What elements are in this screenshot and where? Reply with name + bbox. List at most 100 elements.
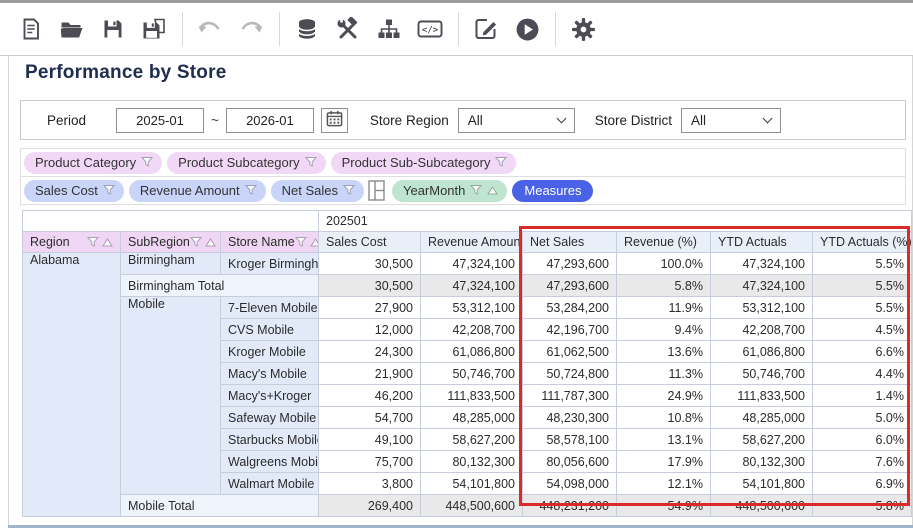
value-cell: 4.5% <box>813 319 912 341</box>
value-cell: 6.0% <box>813 429 912 451</box>
filter-icon[interactable] <box>190 236 202 248</box>
open-folder-button[interactable] <box>54 10 90 48</box>
period-separator: ~ <box>211 113 219 128</box>
subregion-column-header[interactable]: SubRegion <box>121 232 221 253</box>
chip-label: Net Sales <box>282 183 338 198</box>
period-to-input[interactable]: 2026-01 <box>226 108 314 133</box>
field-chip-product-category[interactable]: Product Category <box>24 152 162 174</box>
toolbar-separator <box>458 12 459 46</box>
window-left-border <box>8 56 9 528</box>
measure-header-ytd-actuals[interactable]: YTD Actuals <box>711 232 813 253</box>
code-icon: </> <box>416 17 444 41</box>
value-cell: 9.4% <box>617 319 711 341</box>
window-split-icon <box>368 180 385 201</box>
value-cell: 1.4% <box>813 385 912 407</box>
filter-icon <box>103 184 115 196</box>
value-cell: 53,312,100 <box>711 297 813 319</box>
value-cell: 7.6% <box>813 451 912 473</box>
field-chip-product-subcategory[interactable]: Product Subcategory <box>167 152 325 174</box>
value-cell: 448,500,600 <box>711 495 813 517</box>
value-cell: 24,300 <box>319 341 421 363</box>
database-icon <box>295 17 319 41</box>
measures-chip[interactable]: Measures <box>512 180 593 202</box>
filter-icon <box>141 156 153 168</box>
filter-icon <box>305 156 317 168</box>
sort-icon[interactable] <box>205 238 216 247</box>
new-document-button[interactable] <box>13 10 49 48</box>
period-from-input[interactable]: 2025-01 <box>116 108 204 133</box>
sort-icon[interactable] <box>310 238 319 247</box>
value-cell: 61,062,500 <box>523 341 617 363</box>
subregion-cell: Birmingham <box>121 253 221 275</box>
tools-button[interactable] <box>330 10 366 48</box>
value-cell: 269,400 <box>319 495 421 517</box>
store-district-label: Store District <box>595 113 672 128</box>
region-column-header[interactable]: Region <box>23 232 121 253</box>
measure-header-revenue-pct[interactable]: Revenue (%) <box>617 232 711 253</box>
save-as-button[interactable] <box>136 10 172 48</box>
store-name-column-header[interactable]: Store Name <box>221 232 319 253</box>
store-district-select[interactable]: All <box>681 108 781 133</box>
value-cell: 111,833,500 <box>711 385 813 407</box>
field-chip-sales-cost[interactable]: Sales Cost <box>24 180 124 202</box>
measure-header-ytd-actuals-pct[interactable]: YTD Actuals (%) <box>813 232 912 253</box>
layout-split-button[interactable] <box>367 179 386 202</box>
filter-icon <box>495 156 507 168</box>
sort-icon[interactable] <box>102 238 113 247</box>
redo-button[interactable] <box>233 10 269 48</box>
field-chip-revenue-amount[interactable]: Revenue Amount <box>129 180 266 202</box>
pivot-data-row: AlabamaBirminghamKroger Birmingham30,500… <box>23 253 912 275</box>
store-region-select[interactable]: All <box>458 108 575 133</box>
value-cell: 47,293,600 <box>523 275 617 297</box>
chip-label: Sales Cost <box>35 183 98 198</box>
undo-button[interactable] <box>192 10 228 48</box>
script-editor-button[interactable]: </> <box>412 10 448 48</box>
value-cell: 5.8% <box>813 495 912 517</box>
value-cell: 48,230,300 <box>523 407 617 429</box>
value-cell: 54,700 <box>319 407 421 429</box>
subregion-cell: Mobile <box>121 297 221 495</box>
data-source-button[interactable] <box>289 10 325 48</box>
field-chip-net-sales[interactable]: Net Sales <box>271 180 364 202</box>
value-cell: 53,284,200 <box>523 297 617 319</box>
sort-asc-icon <box>487 186 498 195</box>
value-cell: 80,056,600 <box>523 451 617 473</box>
calendar-button[interactable] <box>321 108 348 133</box>
chip-label: Revenue Amount <box>140 183 240 198</box>
chip-label: Product Subcategory <box>178 155 299 170</box>
toolbar-separator <box>279 12 280 46</box>
value-cell: 47,324,100 <box>711 253 813 275</box>
field-chip-yearmonth[interactable]: YearMonth <box>392 180 507 202</box>
measure-header-sales-cost[interactable]: Sales Cost <box>319 232 421 253</box>
gear-icon <box>571 17 596 42</box>
chevron-down-icon <box>556 114 566 124</box>
value-cell: 10.8% <box>617 407 711 429</box>
run-button[interactable] <box>509 10 545 48</box>
measure-header-net-sales[interactable]: Net Sales <box>523 232 617 253</box>
value-cell: 11.9% <box>617 297 711 319</box>
filter-icon[interactable] <box>87 236 99 248</box>
total-label-cell: Birmingham Total <box>121 275 319 297</box>
filter-bar: Period 2025-01 ~ 2026-01 Store Region Al… <box>20 100 906 140</box>
value-cell: 12,000 <box>319 319 421 341</box>
value-cell: 61,086,800 <box>711 341 813 363</box>
value-cell: 42,208,700 <box>421 319 523 341</box>
hierarchy-button[interactable] <box>371 10 407 48</box>
measure-header-revenue-amount[interactable]: Revenue Amount <box>421 232 523 253</box>
store-name-cell: Walgreens Mobile <box>221 451 319 473</box>
value-cell: 47,324,100 <box>421 253 523 275</box>
open-folder-icon <box>59 17 85 41</box>
filter-icon[interactable] <box>295 236 307 248</box>
edit-button[interactable] <box>468 10 504 48</box>
settings-button[interactable] <box>565 10 601 48</box>
value-cell: 13.6% <box>617 341 711 363</box>
value-cell: 54,098,000 <box>523 473 617 495</box>
value-cell: 58,627,200 <box>421 429 523 451</box>
value-cell: 5.5% <box>813 275 912 297</box>
field-chip-product-sub-subcategory[interactable]: Product Sub-Subcategory <box>331 152 517 174</box>
value-cell: 17.9% <box>617 451 711 473</box>
save-button[interactable] <box>95 10 131 48</box>
value-cell: 80,132,300 <box>711 451 813 473</box>
total-label-cell: Mobile Total <box>121 495 319 517</box>
value-cell: 80,132,300 <box>421 451 523 473</box>
